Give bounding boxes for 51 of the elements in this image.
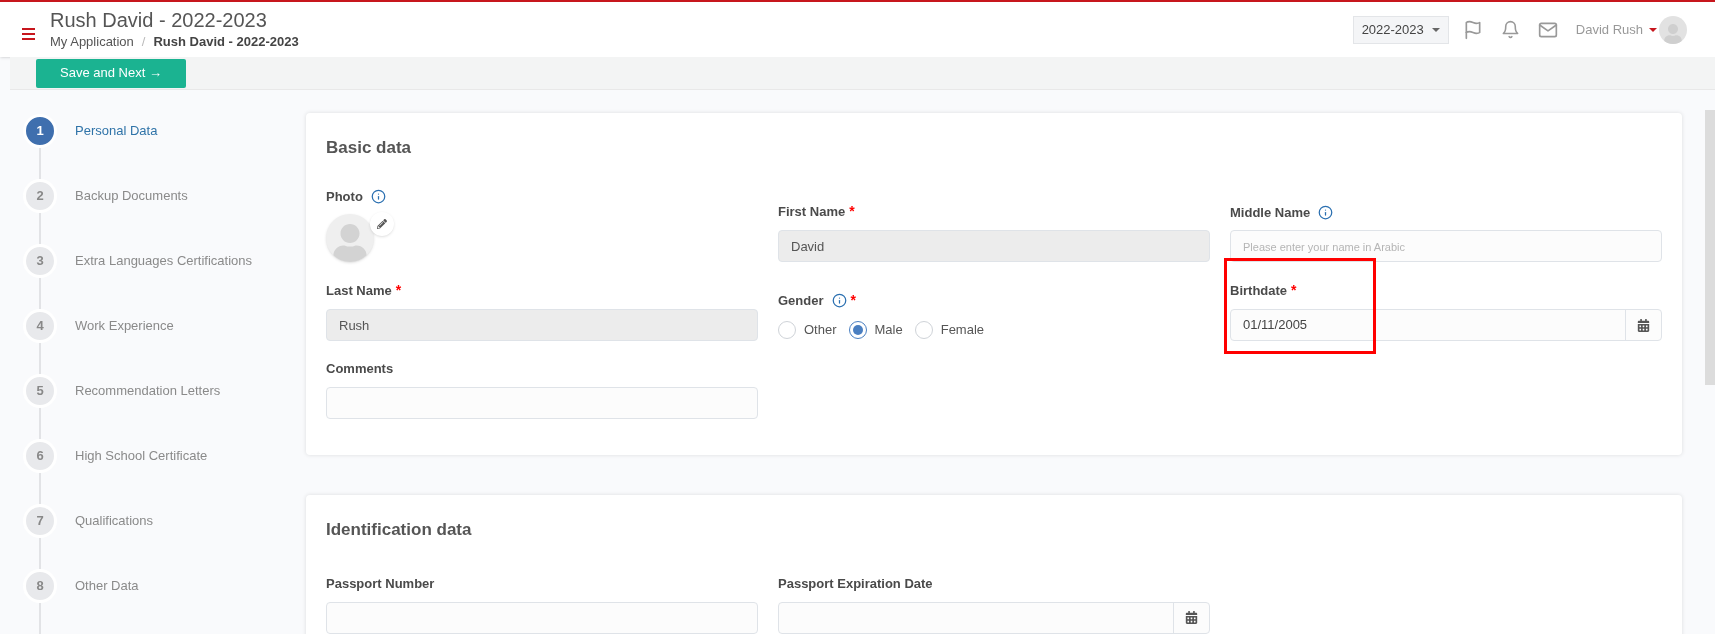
section-title: Basic data xyxy=(326,137,413,159)
required-mark: * xyxy=(395,281,402,300)
bell-icon[interactable] xyxy=(1500,20,1520,39)
step-item[interactable]: 4 Work Experience xyxy=(23,309,305,343)
calendar-icon xyxy=(1185,611,1198,624)
field-label: Birthdate xyxy=(1230,281,1288,300)
field-label: Passport Expiration Date xyxy=(778,575,933,593)
user-avatar[interactable] xyxy=(1659,15,1687,44)
save-and-next-button[interactable]: Save and Next → xyxy=(36,58,186,88)
breadcrumb-item[interactable]: My Application xyxy=(50,31,134,52)
step-item[interactable]: 3 Extra Languages Certifications xyxy=(23,244,305,278)
field-label: Comments xyxy=(326,360,394,378)
step-item[interactable]: 1 Personal Data xyxy=(23,114,305,148)
calendar-icon xyxy=(1637,318,1650,332)
info-icon[interactable] xyxy=(831,293,847,308)
radio-label: Female xyxy=(940,321,985,340)
date-field[interactable] xyxy=(778,601,1210,634)
pencil-icon xyxy=(377,219,387,229)
scrollbar[interactable] xyxy=(1705,110,1715,385)
field-label: Middle Name xyxy=(1230,203,1311,222)
year-dropdown[interactable]: 2022-2023 xyxy=(1352,15,1449,44)
breadcrumb-separator: / xyxy=(141,32,146,51)
field-label: Gender xyxy=(778,291,824,310)
menu-icon[interactable] xyxy=(22,27,35,40)
info-icon[interactable] xyxy=(370,188,386,204)
field-label: First Name xyxy=(778,202,846,221)
text-field[interactable] xyxy=(326,601,758,634)
date-value: 01/11/2005 xyxy=(1242,316,1309,335)
edit-photo-button[interactable] xyxy=(370,212,394,236)
radio-label: Other xyxy=(804,321,837,340)
step-item[interactable]: 7 Qualifications xyxy=(23,504,305,538)
text-field[interactable]: Please enter your name in Arabic xyxy=(1230,230,1662,262)
info-icon[interactable] xyxy=(1318,204,1334,220)
required-mark: * xyxy=(1291,281,1297,300)
step-item[interactable]: 8 Other Data xyxy=(23,569,305,603)
required-mark: * xyxy=(849,202,855,221)
field-label: Last Name xyxy=(326,281,392,300)
step-item[interactable]: 5 Recommendation Letters xyxy=(23,374,305,408)
text-field[interactable] xyxy=(326,386,758,419)
date-field[interactable]: 01/11/2005 xyxy=(1230,309,1662,341)
step-item[interactable]: 6 High School Certificate xyxy=(23,439,305,473)
field-label: Photo xyxy=(326,187,363,206)
radio-button[interactable] xyxy=(848,321,867,339)
radio-label: Male xyxy=(874,321,903,340)
step-item[interactable]: 2 Backup Documents xyxy=(23,179,305,213)
breadcrumb-item: Rush David - 2022-2023 xyxy=(153,32,299,51)
avatar-placeholder xyxy=(326,214,374,262)
field-label: Passport Number xyxy=(326,575,435,593)
required-mark: * xyxy=(850,291,856,310)
section-title: Identification data xyxy=(326,518,473,541)
page-title: Rush David - 2022-2023 xyxy=(50,7,268,32)
